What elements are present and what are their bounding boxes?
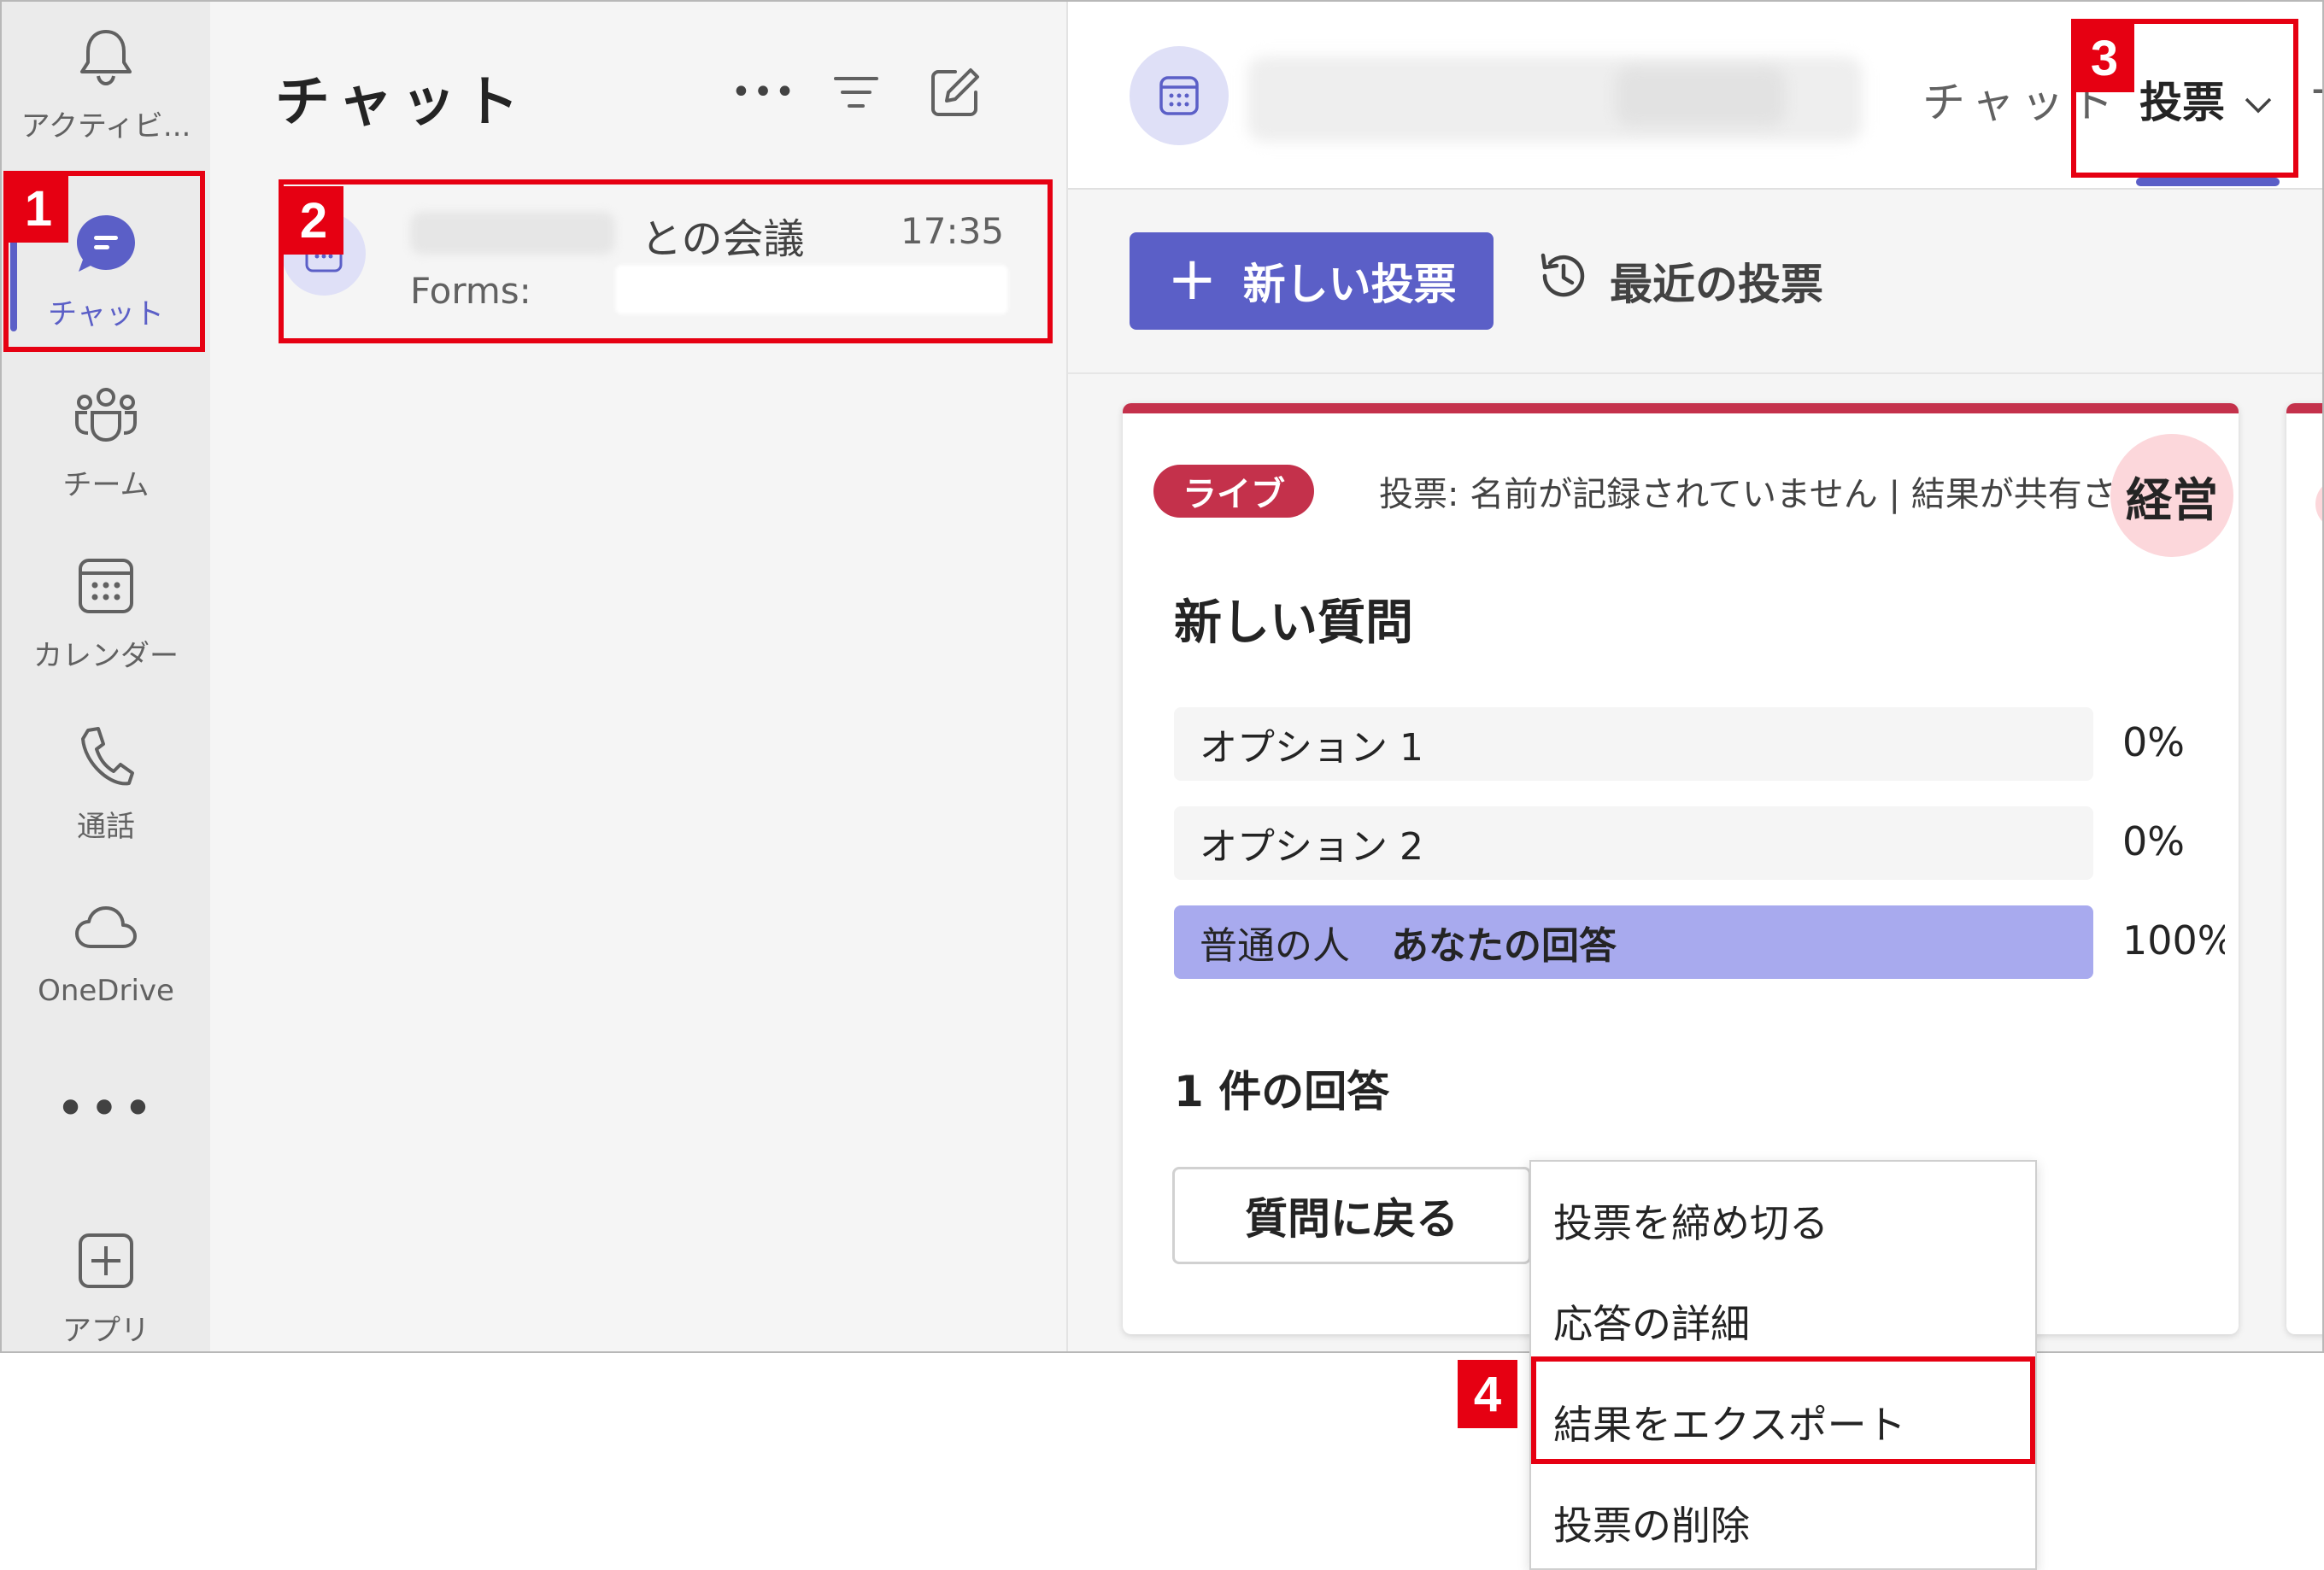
your-answer-label: あなたの回答 bbox=[1391, 924, 1617, 968]
rail-item-calls[interactable]: 通話 bbox=[2, 702, 210, 873]
status-badge: ライブ bbox=[1153, 465, 1314, 518]
teams-icon bbox=[72, 381, 140, 449]
response-count: 1 件の回答 bbox=[1174, 1067, 1390, 1116]
poll-question: 新しい質問 bbox=[1174, 595, 1413, 651]
step-number-3: 3 bbox=[2075, 24, 2134, 92]
rail-item-label: カレンダー bbox=[33, 639, 179, 673]
poll-option-label: オプション 2 bbox=[1200, 825, 1423, 869]
poll-option-percent: 0% bbox=[2122, 818, 2185, 864]
poll-option: 普通の人 あなたの回答 bbox=[1174, 905, 2093, 979]
rail-item-activity[interactable]: アクティビ... bbox=[2, 2, 210, 173]
rail-item-teams[interactable]: チーム bbox=[2, 360, 210, 531]
highlight-box-4 bbox=[1531, 1356, 2035, 1464]
next-poll-card bbox=[2286, 403, 2322, 1334]
rail-item-calendar[interactable]: カレンダー bbox=[2, 531, 210, 702]
rail-item-label: チーム bbox=[62, 468, 150, 502]
filter-icon[interactable] bbox=[825, 62, 887, 123]
step-number-4: 4 bbox=[1458, 1360, 1517, 1428]
add-tab-button[interactable]: + bbox=[2309, 63, 2322, 117]
poll-option-percent: 100% bbox=[2122, 917, 2225, 964]
back-to-question-button[interactable]: 質問に戻る bbox=[1172, 1167, 1531, 1264]
chat-list-title: チャット bbox=[275, 71, 528, 134]
avatar bbox=[2315, 478, 2322, 530]
poll-option: オプション 2 bbox=[1174, 806, 2093, 880]
rail-item-apps[interactable]: アプリ bbox=[2, 1206, 210, 1351]
redacted-title bbox=[1615, 67, 1786, 126]
rail-item-label: 通話 bbox=[77, 810, 135, 844]
bell-icon bbox=[72, 22, 140, 91]
calendar-icon bbox=[72, 552, 140, 620]
add-app-icon bbox=[72, 1227, 140, 1295]
rail-more-button[interactable]: ••• bbox=[2, 1075, 210, 1143]
new-poll-label: 新しい投票 bbox=[1242, 260, 1457, 309]
more-options-button[interactable]: ••• bbox=[731, 62, 795, 123]
rail-item-label: アクティビ... bbox=[21, 109, 191, 144]
polls-toolbar: + 新しい投票 最近の投票 bbox=[1068, 191, 2322, 374]
step-number-1: 1 bbox=[9, 174, 68, 243]
poll-option-label: オプション 1 bbox=[1200, 726, 1423, 770]
poll-option-percent: 0% bbox=[2122, 719, 2185, 765]
plus-icon: + bbox=[1167, 243, 1218, 313]
main-pane: チャット 投票 + + 新しい投票 最近の投票 ライブ bbox=[1068, 2, 2322, 1351]
highlight-box-2 bbox=[279, 179, 1053, 343]
active-tab-indicator bbox=[2136, 178, 2280, 186]
recent-polls-label: 最近の投票 bbox=[1610, 260, 1823, 309]
poll-meta: 投票: 名前が記録されていません | 結果が共有さ… bbox=[1379, 475, 2151, 514]
recent-polls-button[interactable]: 最近の投票 bbox=[1535, 232, 1823, 330]
avatar: 経営 bbox=[2110, 434, 2233, 557]
rail-item-label: アプリ bbox=[62, 1314, 150, 1348]
step-number-2: 2 bbox=[284, 186, 343, 255]
poll-option-label: 普通の人 bbox=[1200, 924, 1350, 968]
header-avatar bbox=[1130, 46, 1229, 145]
menu-item-delete-poll[interactable]: 投票の削除 bbox=[1531, 1473, 2035, 1570]
rail-item-label: OneDrive bbox=[38, 974, 174, 1008]
rail-item-onedrive[interactable]: OneDrive bbox=[2, 873, 210, 1044]
menu-item-close-poll[interactable]: 投票を締め切る bbox=[1531, 1170, 2035, 1271]
new-chat-icon[interactable] bbox=[924, 62, 986, 123]
poll-option: オプション 1 bbox=[1174, 707, 2093, 781]
phone-icon bbox=[72, 723, 140, 791]
new-poll-button[interactable]: + 新しい投票 bbox=[1130, 232, 1494, 330]
history-icon bbox=[1535, 249, 1589, 313]
cloud-icon bbox=[72, 893, 140, 962]
